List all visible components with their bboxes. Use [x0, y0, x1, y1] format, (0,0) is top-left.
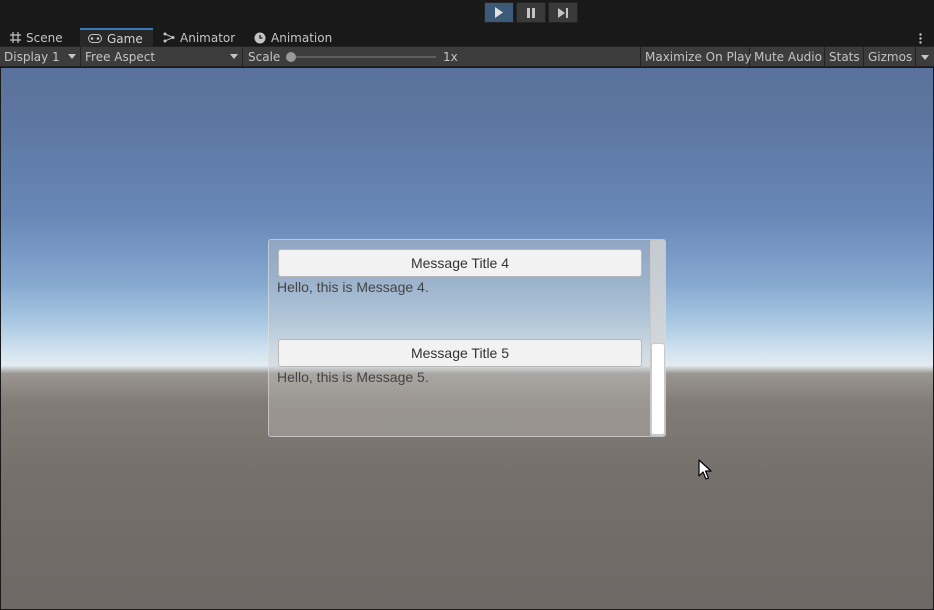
pause-icon	[527, 7, 535, 18]
mouse-cursor-icon	[698, 459, 712, 484]
tab-animator[interactable]: Animator	[155, 28, 243, 47]
vertical-scrollbar[interactable]	[650, 240, 665, 436]
gizmos-dropdown-button[interactable]	[915, 47, 934, 67]
mute-audio-label: Mute Audio	[754, 50, 822, 64]
chevron-down-icon	[230, 54, 238, 59]
aspect-dropdown-label: Free Aspect	[85, 50, 156, 64]
animator-icon	[163, 32, 175, 43]
aspect-dropdown[interactable]: Free Aspect	[81, 47, 243, 67]
step-button[interactable]	[548, 2, 578, 23]
message-body: Hello, this is Message 5.	[277, 369, 429, 385]
list-item: Message Title 5 Hello, this is Message 5…	[277, 339, 642, 385]
message-body: Hello, this is Message 4.	[277, 279, 429, 295]
play-toolbar	[0, 0, 934, 28]
mute-audio-toggle[interactable]: Mute Audio	[750, 47, 825, 67]
tab-scene-label: Scene	[26, 30, 63, 45]
message-title-button[interactable]: Message Title 4	[278, 249, 642, 277]
tab-game-label: Game	[107, 31, 143, 46]
message-scroll-view[interactable]: Message Title 4 Hello, this is Message 4…	[268, 239, 666, 437]
grid-icon	[10, 32, 21, 43]
play-button[interactable]	[484, 2, 514, 23]
maximize-on-play-toggle[interactable]: Maximize On Play	[640, 47, 752, 67]
scrollbar-handle[interactable]	[651, 343, 665, 435]
tab-game[interactable]: Game	[80, 28, 153, 47]
scale-slider-track[interactable]	[290, 56, 436, 58]
scale-value: 1x	[443, 50, 458, 64]
tab-animation[interactable]: Animation	[246, 28, 340, 47]
clock-icon	[254, 32, 266, 44]
pause-button[interactable]	[516, 2, 546, 23]
step-icon	[557, 7, 568, 18]
tab-animation-label: Animation	[271, 30, 333, 45]
gizmos-label: Gizmos	[868, 50, 913, 64]
maximize-on-play-label: Maximize On Play	[645, 50, 752, 64]
tab-animator-label: Animator	[180, 30, 236, 45]
kebab-menu-icon[interactable]	[912, 30, 928, 46]
list-item: Message Title 4 Hello, this is Message 4…	[277, 249, 642, 295]
chevron-down-icon	[68, 54, 76, 59]
gamepad-icon	[88, 34, 102, 43]
message-title-button[interactable]: Message Title 5	[278, 339, 642, 367]
stats-label: Stats	[829, 50, 860, 64]
game-view-toolbar: Display 1 Free Aspect Scale 1x Maximize …	[0, 47, 934, 67]
tab-scene[interactable]: Scene	[2, 28, 71, 47]
display-dropdown[interactable]: Display 1	[0, 47, 81, 67]
gizmos-toggle[interactable]: Gizmos	[864, 47, 915, 67]
window-tab-bar: Scene Game Animator Animation	[0, 28, 934, 47]
chevron-down-icon	[921, 54, 929, 60]
scale-slider-handle[interactable]	[286, 52, 296, 62]
scale-label: Scale	[248, 50, 281, 64]
play-icon	[495, 7, 503, 18]
display-dropdown-label: Display 1	[4, 50, 60, 64]
stats-toggle[interactable]: Stats	[825, 47, 864, 67]
